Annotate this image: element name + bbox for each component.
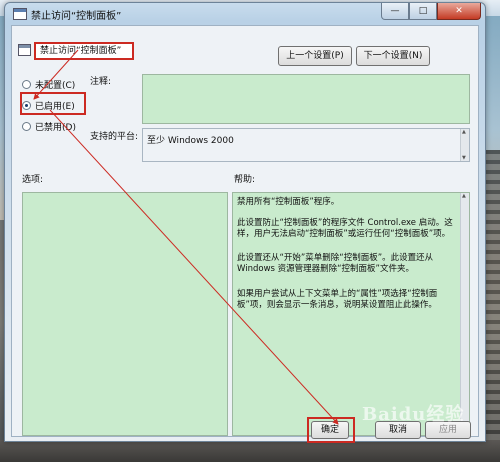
radio-not-configured[interactable]: 未配置(C) bbox=[22, 78, 75, 91]
policy-name-field: 禁止访问“控制面板” bbox=[34, 42, 134, 60]
minimize-icon: — bbox=[390, 6, 400, 16]
platform-scrollbar[interactable] bbox=[460, 129, 469, 161]
supported-platform-label: 支持的平台: bbox=[90, 132, 139, 142]
maximize-button[interactable]: □ bbox=[409, 3, 437, 20]
previous-setting-button[interactable]: 上一个设置(P) bbox=[278, 46, 352, 66]
radio-disabled[interactable]: 已禁用(D) bbox=[22, 120, 76, 133]
comment-textarea[interactable] bbox=[142, 74, 470, 124]
help-scrollbar[interactable] bbox=[460, 193, 469, 435]
maximize-icon: □ bbox=[418, 6, 428, 16]
ok-button[interactable]: 确定 bbox=[311, 421, 349, 439]
radio-label: 已禁用(D) bbox=[35, 123, 76, 133]
close-button[interactable]: ✕ bbox=[437, 3, 481, 20]
dialog-body: 禁止访问“控制面板” 上一个设置(P) 下一个设置(N) 未配置(C) 已启用(… bbox=[11, 25, 479, 437]
taskbar bbox=[0, 440, 500, 462]
window-controls: — □ ✕ bbox=[381, 3, 481, 21]
policy-setting-dialog: 禁止访问“控制面板” — □ ✕ 禁止访问“控制面板” 上一个设置(P) 下一个… bbox=[4, 2, 486, 443]
options-label: 选项: bbox=[22, 175, 44, 185]
options-pane bbox=[22, 192, 228, 436]
minimize-button[interactable]: — bbox=[381, 3, 409, 20]
help-paragraph: 禁用所有“控制面板”程序。 bbox=[237, 197, 340, 207]
close-icon: ✕ bbox=[455, 6, 463, 16]
title-bar[interactable]: 禁止访问“控制面板” — □ ✕ bbox=[5, 3, 485, 25]
supported-platform-box: 至少 Windows 2000 bbox=[142, 128, 470, 162]
help-paragraph: 如果用户尝试从上下文菜单上的“属性”项选择“控制面板”项，则会显示一条消息，说明… bbox=[237, 289, 438, 310]
help-label: 帮助: bbox=[234, 175, 256, 185]
radio-label: 未配置(C) bbox=[35, 81, 76, 91]
radio-circle[interactable] bbox=[22, 80, 31, 89]
setting-icon bbox=[18, 44, 31, 56]
supported-platform-value: 至少 Windows 2000 bbox=[147, 136, 234, 146]
radio-circle[interactable] bbox=[22, 122, 31, 131]
help-paragraph: 此设置防止“控制面板”的程序文件 Control.exe 启动。这样，用户无法启… bbox=[237, 218, 453, 239]
window-title: 禁止访问“控制面板” bbox=[31, 11, 122, 22]
comment-label: 注释: bbox=[90, 77, 112, 87]
baidu-watermark: Baidu经验 bbox=[362, 404, 465, 425]
highlight-enabled-box bbox=[20, 92, 86, 115]
policy-icon bbox=[13, 8, 27, 20]
help-paragraph: 此设置还从“开始”菜单删除“控制面板”。此设置还从 Windows 资源管理器删… bbox=[237, 253, 434, 274]
next-setting-button[interactable]: 下一个设置(N) bbox=[356, 46, 430, 66]
